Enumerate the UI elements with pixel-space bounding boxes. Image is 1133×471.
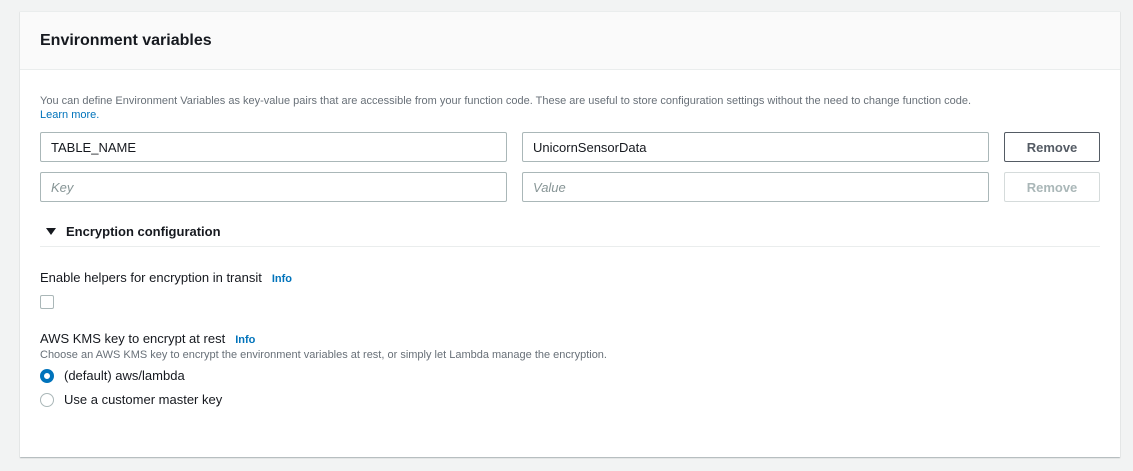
kms-option-default-label: (default) aws/lambda: [64, 368, 185, 383]
kms-info-link[interactable]: Info: [235, 334, 255, 346]
kms-description: Choose an AWS KMS key to encrypt the env…: [40, 349, 607, 361]
radio-unselected-icon[interactable]: [40, 392, 54, 407]
learn-more-link[interactable]: Learn more.: [40, 109, 99, 121]
env-var-value-input[interactable]: [522, 172, 989, 202]
encryption-helpers-field: Enable helpers for encryption in transit…: [40, 270, 1100, 309]
remove-button[interactable]: Remove: [1004, 132, 1100, 162]
helpers-label: Enable helpers for encryption in transit: [40, 270, 262, 285]
panel-header: Environment variables: [20, 12, 1120, 70]
panel-description: You can define Environment Variables as …: [40, 94, 1100, 122]
encryption-configuration-title: Encryption configuration: [66, 224, 221, 239]
helpers-label-row: Enable helpers for encryption in transit…: [40, 270, 1100, 285]
env-var-row: Remove: [40, 132, 1100, 162]
panel-body: You can define Environment Variables as …: [20, 70, 1120, 407]
kms-label: AWS KMS key to encrypt at rest: [40, 331, 226, 346]
encryption-configuration-toggle[interactable]: Encryption configuration: [40, 224, 1100, 247]
environment-variables-panel: Environment variables You can define Env…: [20, 11, 1120, 457]
kms-option-customer-key[interactable]: Use a customer master key: [40, 392, 1100, 407]
helpers-checkbox[interactable]: [40, 295, 54, 309]
description-text: You can define Environment Variables as …: [40, 95, 972, 107]
kms-label-row: AWS KMS key to encrypt at rest Info: [40, 331, 1100, 346]
radio-selected-icon[interactable]: [40, 368, 54, 383]
kms-key-field: AWS KMS key to encrypt at rest Info Choo…: [40, 331, 1100, 407]
env-var-value-input[interactable]: [522, 132, 989, 162]
panel-title: Environment variables: [40, 32, 212, 49]
env-var-key-input[interactable]: [40, 132, 507, 162]
caret-down-icon: [46, 228, 56, 235]
kms-option-customer-key-label: Use a customer master key: [64, 392, 223, 407]
kms-option-default[interactable]: (default) aws/lambda: [40, 368, 1100, 383]
helpers-info-link[interactable]: Info: [272, 273, 292, 285]
env-var-row-new: Remove: [40, 172, 1100, 202]
env-var-key-input[interactable]: [40, 172, 507, 202]
remove-button-disabled: Remove: [1004, 172, 1100, 202]
